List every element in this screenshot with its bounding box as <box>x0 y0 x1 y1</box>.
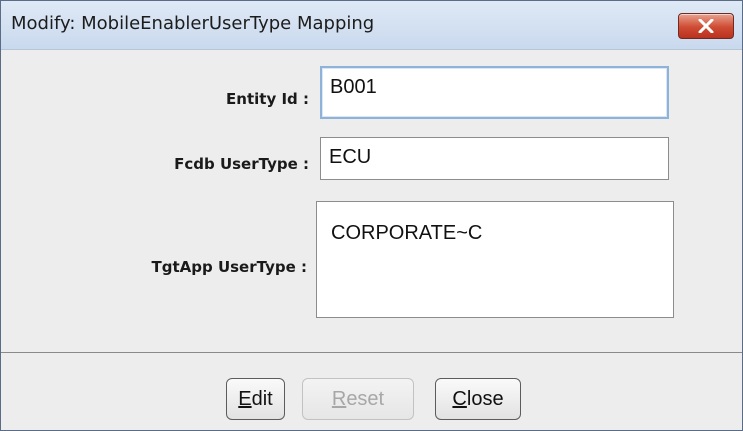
close-mnemonic: C <box>452 388 467 410</box>
close-icon <box>698 19 714 33</box>
modify-dialog: Modify: MobileEnablerUserType Mapping En… <box>0 0 743 431</box>
edit-mnemonic: E <box>238 388 252 410</box>
title-bar[interactable]: Modify: MobileEnablerUserType Mapping <box>1 1 742 50</box>
window-close-button[interactable] <box>678 13 734 39</box>
entity-id-field[interactable]: B001 <box>320 66 669 119</box>
form-panel: Entity Id : B001 Fcdb UserType : ECU Tgt… <box>1 50 742 351</box>
entity-id-label: Entity Id : <box>226 90 309 108</box>
fcdb-usertype-field[interactable]: ECU <box>320 137 669 180</box>
close-button[interactable]: Close <box>435 378 521 420</box>
edit-label-rest: dit <box>251 388 273 410</box>
window-title: Modify: MobileEnablerUserType Mapping <box>11 13 375 34</box>
tgtapp-usertype-field[interactable]: CORPORATE~C <box>316 201 674 318</box>
reset-mnemonic: R <box>331 388 347 410</box>
button-bar: Edit Reset Close <box>1 353 742 430</box>
tgtapp-usertype-label: TgtApp UserType : <box>151 258 308 276</box>
fcdb-usertype-label: Fcdb UserType : <box>174 155 309 173</box>
reset-label-rest: eset <box>346 388 385 410</box>
close-label-rest: lose <box>466 388 504 410</box>
reset-button: Reset <box>302 378 414 420</box>
edit-button[interactable]: Edit <box>226 378 285 420</box>
